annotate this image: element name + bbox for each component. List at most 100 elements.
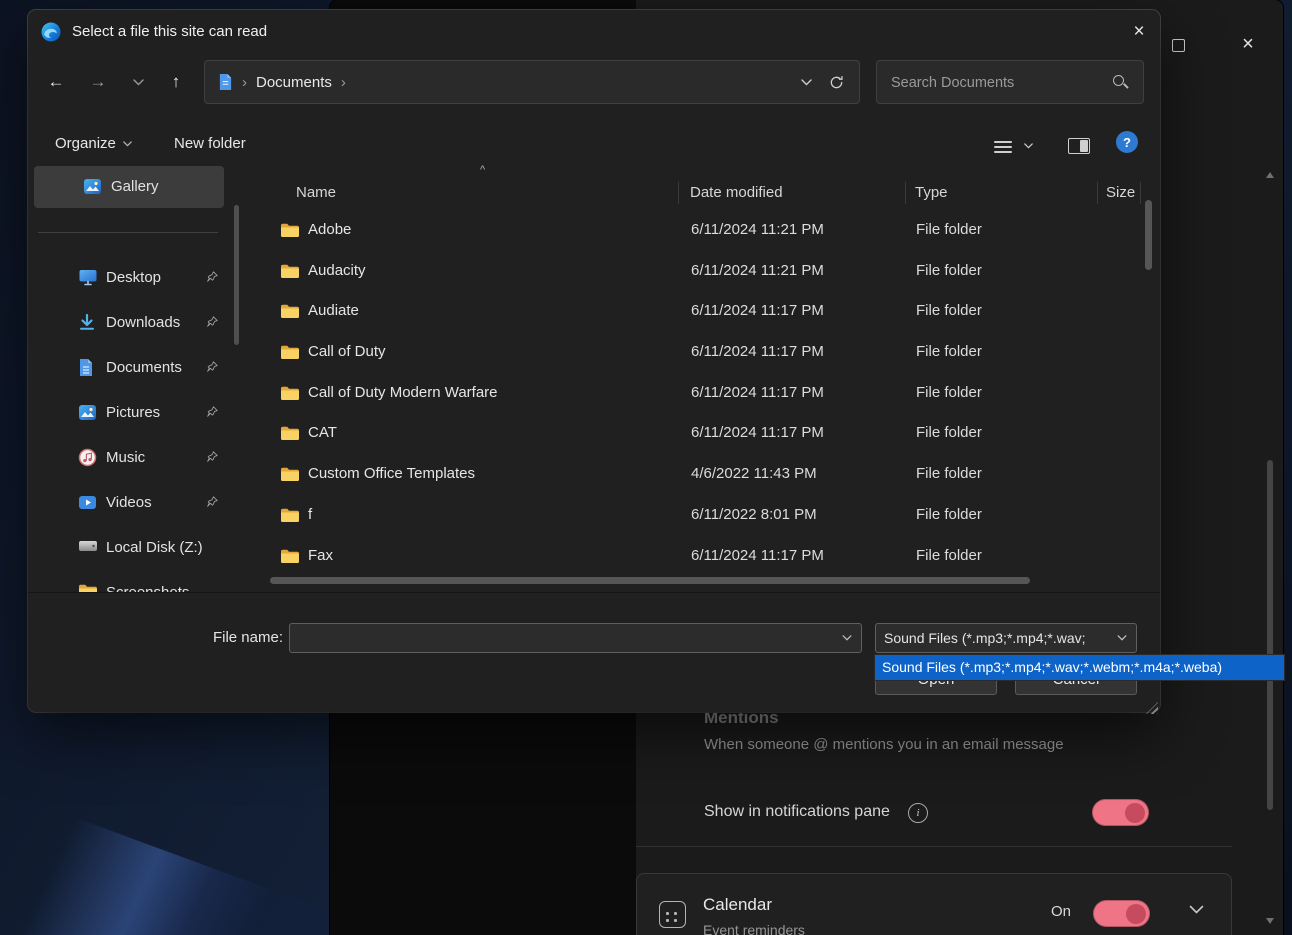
- folder-icon: [280, 263, 300, 279]
- file-picker-dialog: Select a file this site can read × ← → ↑…: [28, 10, 1160, 712]
- notifications-toggle[interactable]: [1092, 799, 1149, 826]
- file-name: Fax: [308, 536, 333, 577]
- scroll-up-arrow[interactable]: [1266, 172, 1274, 178]
- toggle-knob: [1126, 904, 1146, 924]
- column-header-type[interactable]: Type: [915, 178, 948, 208]
- sidebar-item-videos[interactable]: Videos: [28, 480, 254, 525]
- pin-icon: [206, 495, 219, 508]
- calendar-toggle[interactable]: [1093, 900, 1150, 927]
- info-icon[interactable]: i: [908, 803, 928, 823]
- table-row[interactable]: Fax 6/11/2024 11:17 PM File folder: [254, 536, 1160, 577]
- preview-pane-button[interactable]: [1068, 138, 1090, 154]
- dialog-close-button[interactable]: ×: [1120, 16, 1158, 48]
- sidebar-item-label: Pictures: [106, 390, 160, 435]
- sidebar-item-desktop[interactable]: Desktop: [28, 255, 254, 300]
- column-divider[interactable]: [1097, 182, 1098, 204]
- address-bar[interactable]: › Documents ›: [204, 60, 860, 104]
- sidebar-item-label: Desktop: [106, 255, 161, 300]
- sidebar-item-documents[interactable]: Documents: [28, 345, 254, 390]
- folder-icon: [280, 548, 300, 564]
- calendar-card[interactable]: Calendar Event reminders On: [636, 873, 1232, 935]
- table-row[interactable]: Adobe 6/11/2024 11:21 PM File folder: [254, 210, 1160, 251]
- column-divider[interactable]: [1140, 182, 1141, 204]
- file-name-input[interactable]: [298, 624, 832, 654]
- file-type-option-selected[interactable]: Sound Files (*.mp3;*.mp4;*.wav;*.webm;*.…: [875, 655, 1284, 680]
- sidebar-item-pictures[interactable]: Pictures: [28, 390, 254, 435]
- table-row[interactable]: Call of Duty Modern Warfare 6/11/2024 11…: [254, 373, 1160, 414]
- music-icon: [78, 448, 98, 468]
- table-row[interactable]: Custom Office Templates 4/6/2022 11:43 P…: [254, 454, 1160, 495]
- pin-icon: [206, 270, 219, 283]
- column-header-size[interactable]: Size: [1106, 178, 1135, 208]
- file-type-combobox[interactable]: Sound Files (*.mp3;*.mp4;*.wav;: [875, 623, 1137, 653]
- column-header-date-modified[interactable]: Date modified: [690, 178, 783, 208]
- file-name: Adobe: [308, 210, 351, 251]
- new-folder-label: New folder: [174, 135, 246, 152]
- chevron-down-icon[interactable]: [842, 635, 852, 641]
- file-type: File folder: [916, 495, 982, 536]
- sidebar-item-local-disk-z[interactable]: Local Disk (Z:): [28, 525, 254, 570]
- search-box[interactable]: [876, 60, 1144, 104]
- app-scrollbar-thumb[interactable]: [1267, 460, 1273, 810]
- pin-icon: [206, 405, 219, 418]
- window-close-button[interactable]: ×: [1233, 29, 1263, 59]
- calendar-state-label: On: [1051, 903, 1071, 920]
- table-row[interactable]: Audiate 6/11/2024 11:17 PM File folder: [254, 291, 1160, 332]
- organize-button[interactable]: Organize: [55, 135, 132, 152]
- file-type: File folder: [916, 373, 982, 414]
- sidebar-item-gallery[interactable]: Gallery: [34, 166, 224, 208]
- column-header-name[interactable]: Name: [296, 178, 336, 208]
- recent-locations-button[interactable]: [122, 66, 154, 98]
- file-name: Call of Duty: [308, 332, 386, 373]
- app-scrollbar[interactable]: [1266, 0, 1274, 935]
- table-row[interactable]: CAT 6/11/2024 11:17 PM File folder: [254, 413, 1160, 454]
- file-type: File folder: [916, 251, 982, 292]
- chevron-down-icon[interactable]: [1189, 905, 1204, 914]
- back-button[interactable]: ←: [40, 66, 72, 98]
- address-dropdown-button[interactable]: [791, 67, 821, 97]
- sidebar-item-screenshots[interactable]: Screenshots: [28, 570, 254, 592]
- scroll-down-arrow[interactable]: [1266, 918, 1274, 924]
- folder-icon: [78, 583, 98, 592]
- restore-button[interactable]: [1163, 30, 1193, 60]
- forward-button[interactable]: →: [82, 66, 114, 98]
- chevron-down-icon: [801, 79, 812, 86]
- new-folder-button[interactable]: New folder: [174, 135, 246, 152]
- chevron-down-icon[interactable]: [1117, 635, 1127, 641]
- sidebar-item-label: Music: [106, 435, 145, 480]
- back-icon: ←: [48, 72, 65, 92]
- wallpaper-accent: [0, 685, 340, 935]
- column-divider[interactable]: [678, 182, 679, 204]
- sort-ascending-icon: ^: [480, 164, 485, 176]
- sidebar-item-downloads[interactable]: Downloads: [28, 300, 254, 345]
- table-row[interactable]: f 6/11/2022 8:01 PM File folder: [254, 495, 1160, 536]
- table-row[interactable]: Call of Duty 6/11/2024 11:17 PM File fol…: [254, 332, 1160, 373]
- pictures-icon: [78, 403, 98, 423]
- file-name-combobox[interactable]: [289, 623, 862, 653]
- view-options-chevron[interactable]: [1024, 143, 1033, 149]
- pin-icon: [206, 360, 219, 373]
- table-row[interactable]: Audacity 6/11/2024 11:21 PM File folder: [254, 251, 1160, 292]
- sidebar-scrollbar-thumb[interactable]: [234, 205, 239, 345]
- sidebar-divider: [38, 232, 218, 233]
- refresh-button[interactable]: [821, 67, 851, 97]
- file-date: 6/11/2024 11:17 PM: [691, 291, 824, 332]
- file-rows: Adobe 6/11/2024 11:21 PM File folder Aud…: [254, 210, 1160, 576]
- file-type: File folder: [916, 536, 982, 577]
- breadcrumb-documents[interactable]: Documents: [256, 74, 332, 91]
- file-name: Call of Duty Modern Warfare: [308, 373, 498, 414]
- file-date: 6/11/2024 11:17 PM: [691, 373, 824, 414]
- list-horizontal-scrollbar-thumb[interactable]: [270, 577, 1030, 584]
- list-vertical-scrollbar-thumb[interactable]: [1145, 200, 1152, 270]
- help-button[interactable]: ?: [1116, 131, 1138, 153]
- details-view-button[interactable]: [994, 138, 1012, 156]
- chevron-down-icon: [133, 79, 144, 86]
- up-button[interactable]: ↑: [160, 66, 192, 98]
- file-name: Audacity: [308, 251, 366, 292]
- search-input[interactable]: [889, 61, 1103, 105]
- column-divider[interactable]: [905, 182, 906, 204]
- sidebar-item-music[interactable]: Music: [28, 435, 254, 480]
- edge-app-icon: [40, 21, 62, 43]
- file-name: Custom Office Templates: [308, 454, 475, 495]
- dialog-titlebar[interactable]: Select a file this site can read ×: [28, 10, 1160, 54]
